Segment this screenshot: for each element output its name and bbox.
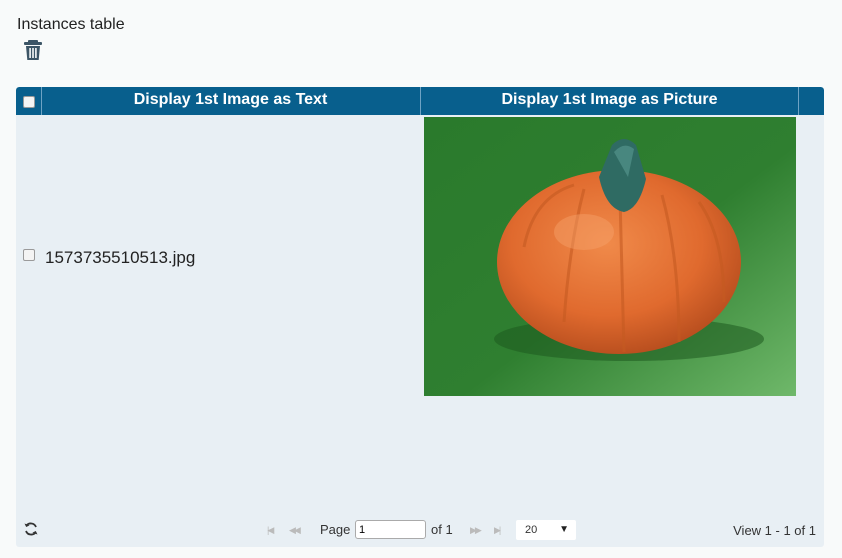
prev-page-icon[interactable]: ◀◀ — [289, 525, 301, 536]
row-checkbox[interactable] — [23, 249, 35, 261]
column-header-picture[interactable]: Display 1st Image as Picture — [421, 87, 799, 115]
page-input[interactable] — [355, 520, 426, 539]
last-page-icon[interactable]: ▶| — [494, 525, 501, 536]
select-all-checkbox[interactable] — [23, 96, 35, 108]
pumpkin-image — [424, 117, 796, 396]
view-records-text: View 1 - 1 of 1 — [733, 523, 816, 538]
column-header-text[interactable]: Display 1st Image as Text — [41, 87, 421, 115]
refresh-icon[interactable] — [23, 521, 39, 537]
trash-icon[interactable] — [23, 39, 43, 61]
page-size-select[interactable]: 20 ▼ — [516, 520, 576, 540]
instances-grid: Display 1st Image as Text Display 1st Im… — [16, 87, 824, 547]
grid-header: Display 1st Image as Text Display 1st Im… — [16, 87, 824, 115]
header-select-all-cell — [16, 87, 42, 115]
page-label: Page — [320, 522, 351, 537]
page-title: Instances table — [17, 16, 125, 33]
next-page-icon[interactable]: ▶▶ — [470, 525, 482, 536]
chevron-down-icon: ▼ — [559, 524, 569, 535]
first-page-icon[interactable]: |◀ — [267, 525, 274, 536]
header-spacer — [799, 87, 824, 115]
page-size-value: 20 — [525, 524, 538, 536]
row-filename: 1573735510513.jpg — [45, 248, 196, 267]
grid-pager: |◀ ◀◀ Page of 1 ▶▶ ▶| 20 ▼ View 1 - 1 of… — [16, 515, 824, 547]
page-count: of 1 — [431, 522, 453, 537]
